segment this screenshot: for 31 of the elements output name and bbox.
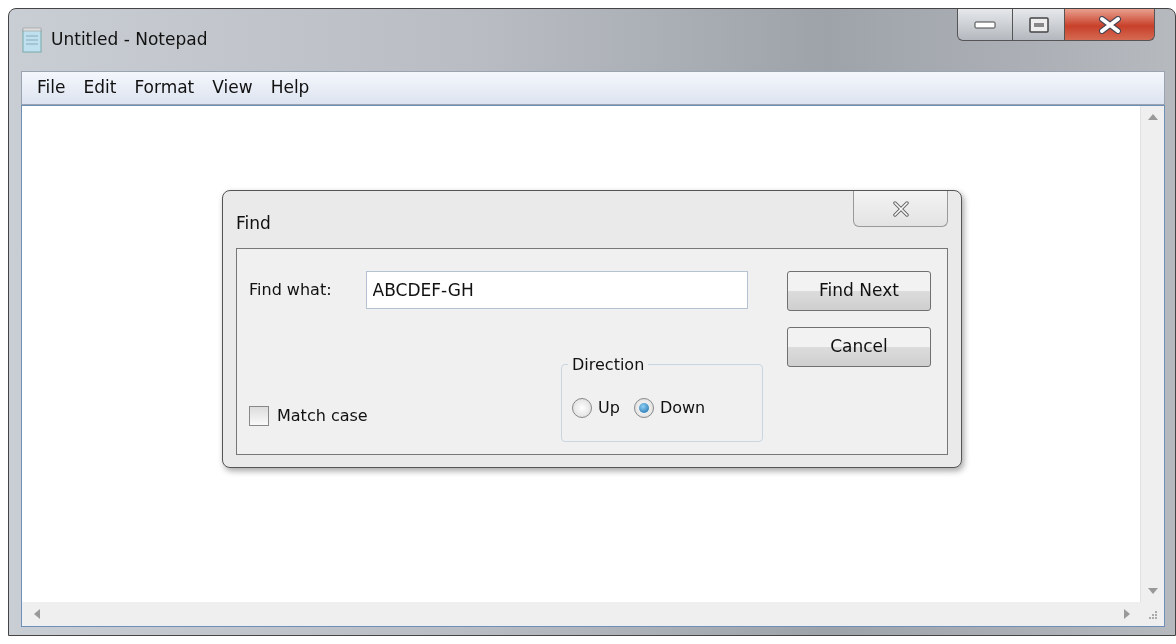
field-label: Find what: (249, 279, 332, 301)
cancel-button[interactable]: Cancel (787, 327, 931, 367)
window-title: Untitled - Notepad (51, 28, 208, 52)
maximize-icon (1028, 16, 1049, 33)
minimize-button[interactable] (957, 9, 1013, 41)
match-case-checkbox[interactable] (249, 406, 269, 426)
scroll-down-icon (1147, 588, 1158, 594)
find-what-field[interactable]: ABCDEF-GH (365, 271, 748, 309)
menu-item[interactable]: File (28, 75, 75, 101)
maximize-button[interactable] (1013, 9, 1065, 41)
menu-item[interactable]: Format (125, 75, 204, 101)
radio-button[interactable] (572, 398, 592, 418)
radio-button[interactable] (633, 398, 654, 418)
dialog-title: Find (236, 212, 271, 235)
menu-item[interactable]: Help (261, 75, 319, 101)
scroll-up-icon (1147, 114, 1158, 120)
scroll-right-icon (1124, 609, 1130, 619)
close-icon (1097, 15, 1122, 34)
close-button[interactable] (1065, 9, 1155, 41)
radio-label: Down (659, 397, 706, 419)
find-next-button[interactable]: Find Next (787, 271, 931, 311)
minimize-icon (974, 20, 996, 29)
radio-label: Up (598, 397, 620, 419)
vertical-scrollbar[interactable] (1140, 106, 1164, 602)
checkbox-label: Match case (277, 405, 368, 427)
notepad-icon (21, 27, 43, 53)
menu-item[interactable]: Edit (74, 75, 126, 101)
menu-item[interactable]: View (203, 75, 262, 101)
close-icon (891, 200, 910, 217)
scroll-left-icon (34, 609, 40, 619)
resize-grip-icon (1147, 609, 1157, 619)
